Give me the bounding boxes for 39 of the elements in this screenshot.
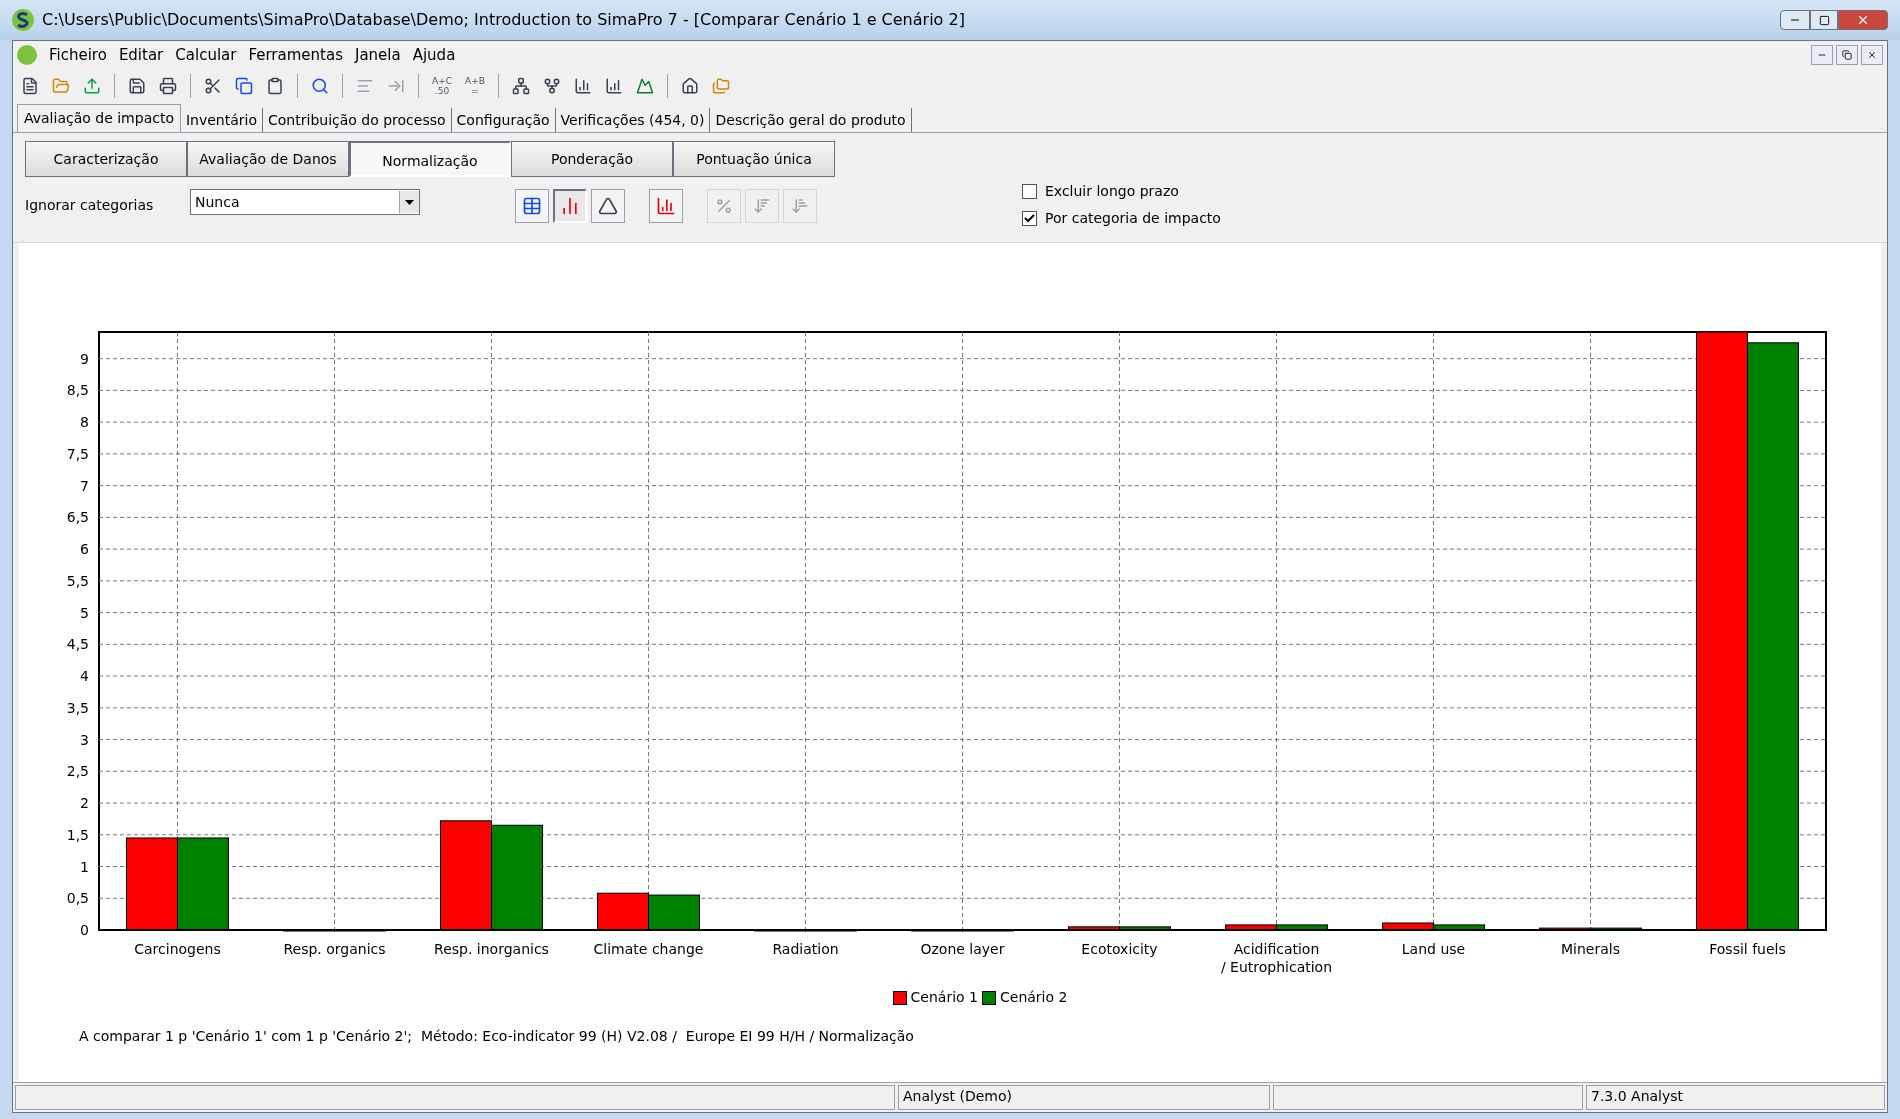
y-tick-label: 8 bbox=[80, 414, 89, 431]
category-label: Minerals bbox=[1561, 941, 1620, 957]
window-title: C:\Users\Public\Documents\SimaPro\Database\Demo; Introduction to SimaPro 7 - [Comparar Cenário 1 e Cenário 2] bbox=[42, 9, 965, 31]
status-panel: Analyst (Demo) bbox=[898, 1085, 1270, 1110]
y-tick-label: 0 bbox=[80, 922, 89, 938]
category-label: Climate change bbox=[593, 941, 704, 957]
category-label: Ozone layer bbox=[920, 941, 1005, 957]
y-tick-label: 7,5 bbox=[66, 445, 89, 462]
category-label: Land use bbox=[1401, 941, 1466, 957]
y-tick-label: 3 bbox=[80, 731, 89, 748]
y-tick-label: 7 bbox=[80, 477, 89, 494]
y-tick-label: 6,5 bbox=[66, 509, 89, 526]
legend-label: Cenário 2 bbox=[1000, 988, 1068, 1007]
category-label: Ecotoxicity bbox=[1081, 941, 1158, 957]
status-panel: 7.3.0 Analyst bbox=[1586, 1085, 1885, 1110]
y-tick-label: 5,5 bbox=[66, 572, 89, 589]
method-caption: A comparar 1 p 'Cenário 1' com 1 p 'Cenário 2'; Método: Eco-indicator 99 (H) V2.08 / Europe EI 99 H/H / Normalização bbox=[79, 1027, 915, 1046]
category-label: Carcinogens bbox=[134, 941, 221, 957]
checkbox-label: Por categoria de impacto bbox=[1045, 209, 1221, 228]
y-tick-label: 6 bbox=[80, 541, 89, 558]
category-label: Fossil fuels bbox=[1709, 941, 1786, 957]
category-label: Resp. inorganics bbox=[434, 941, 549, 957]
y-tick-label: 4 bbox=[80, 668, 89, 685]
y-tick-label: 1,5 bbox=[66, 826, 89, 843]
category-label: Acidification / Eutrophication bbox=[1220, 941, 1333, 975]
checkbox-label: Excluir longo prazo bbox=[1045, 182, 1179, 201]
y-tick-label: 9 bbox=[80, 350, 89, 367]
y-tick-label: 3,5 bbox=[66, 699, 89, 716]
y-tick-label: 2,5 bbox=[66, 763, 89, 780]
ignore-categories-label: Ignorar categorias bbox=[25, 196, 155, 215]
category-label: Resp. organics bbox=[283, 941, 386, 957]
y-tick-label: 0,5 bbox=[66, 890, 89, 907]
legend-label: Cenário 1 bbox=[910, 988, 978, 1007]
y-tick-label: 4,5 bbox=[66, 636, 89, 653]
y-tick-label: 1 bbox=[80, 858, 89, 875]
category-label: Radiation bbox=[772, 941, 839, 957]
y-tick-label: 8,5 bbox=[66, 382, 89, 399]
y-tick-label: 2 bbox=[80, 795, 89, 812]
y-tick-label: 5 bbox=[80, 604, 89, 621]
